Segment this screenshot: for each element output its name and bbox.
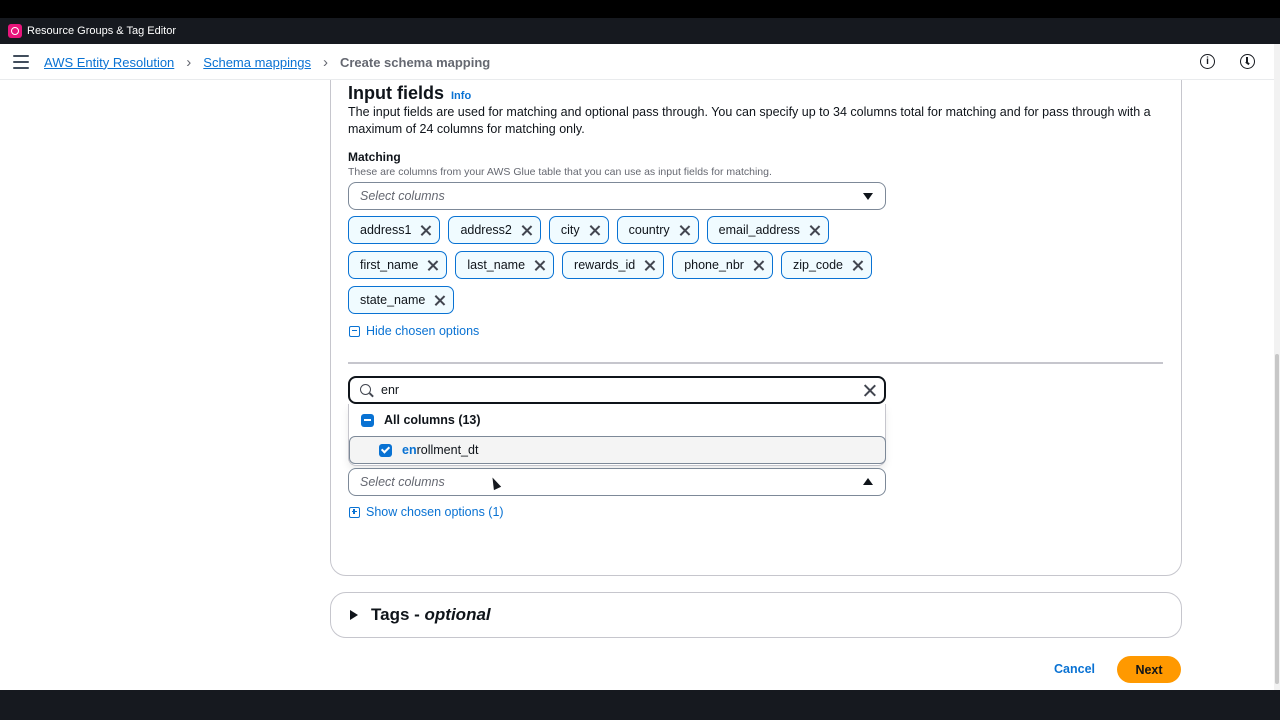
pass-through-columns-select[interactable]: Select columns <box>348 468 886 496</box>
browser-top-bar <box>0 0 1280 18</box>
next-button[interactable]: Next <box>1117 656 1181 683</box>
page-scrollbar[interactable] <box>1274 44 1280 690</box>
resource-groups-icon[interactable] <box>8 24 22 38</box>
token-label: address1 <box>360 223 412 237</box>
search-icon <box>360 384 371 395</box>
show-chosen-options-link[interactable]: Show chosen options (1) <box>349 505 504 519</box>
token-row: first_name last_name rewards_id phone_nbr zi… <box>348 251 908 279</box>
caret-down-icon <box>863 193 873 200</box>
section-description: The input fields are used for matching a… <box>348 105 1151 136</box>
token-label: phone_nbr <box>684 258 744 272</box>
matching-columns-select[interactable]: Select columns <box>348 182 886 210</box>
token-row: state_name <box>348 286 908 314</box>
token-chip: state_name <box>348 286 455 314</box>
cancel-button[interactable]: Cancel <box>1044 656 1105 682</box>
show-chosen-options-label: Show chosen options (1) <box>366 505 504 519</box>
matching-label: Matching <box>348 150 401 164</box>
top-navigation: AWS Entity Resolution › Schema mappings … <box>0 44 1274 80</box>
caret-up-icon <box>863 478 873 485</box>
token-label: first_name <box>360 258 419 272</box>
token-chip: phone_nbr <box>672 251 773 279</box>
chevron-right-icon: › <box>322 53 328 71</box>
token-chip: city <box>548 216 609 244</box>
menu-icon[interactable] <box>13 55 29 69</box>
token-label: rewards_id <box>574 258 636 272</box>
remove-token-icon[interactable] <box>679 225 690 236</box>
search-value: enr <box>381 383 400 397</box>
breadcrumb-aws-entity-resolution[interactable]: AWS Entity Resolution <box>44 55 174 70</box>
main-content: Input fields Info The input fields are u… <box>0 80 1274 690</box>
remove-token-icon[interactable] <box>589 225 600 236</box>
expand-box-icon <box>349 506 360 518</box>
column-options-dropdown: All columns (13) enrollment_dt <box>348 404 886 466</box>
token-chip: last_name <box>455 251 555 279</box>
console-footer <box>0 690 1280 720</box>
info-icon[interactable]: i <box>1200 54 1215 69</box>
select-all-option[interactable]: All columns (13) <box>349 404 885 436</box>
select-placeholder: Select columns <box>360 189 445 203</box>
service-label[interactable]: Resource Groups & Tag Editor <box>27 25 176 37</box>
hide-chosen-options-link[interactable]: Hide chosen options <box>349 324 479 338</box>
token-label: address2 <box>460 223 512 237</box>
option-label: enrollment_dt <box>402 443 478 457</box>
token-chip: zip_code <box>780 251 873 279</box>
all-columns-label: All columns (13) <box>384 413 481 427</box>
token-label: last_name <box>467 258 526 272</box>
info-link[interactable]: Info <box>451 90 471 102</box>
select-placeholder: Select columns <box>360 475 445 489</box>
token-chip: first_name <box>348 251 448 279</box>
option-match-highlight: en <box>402 443 417 457</box>
token-chip: rewards_id <box>562 251 665 279</box>
remove-token-icon[interactable] <box>521 225 532 236</box>
chevron-right-icon: › <box>186 53 192 71</box>
token-label: city <box>560 223 580 237</box>
token-chip: email_address <box>706 216 829 244</box>
token-label: country <box>628 223 670 237</box>
remove-token-icon[interactable] <box>534 260 545 271</box>
remove-token-icon[interactable] <box>809 225 820 236</box>
clear-icon[interactable] <box>863 384 876 397</box>
collapse-box-icon <box>349 325 360 337</box>
tags-optional: optional <box>424 605 491 624</box>
option-enrollment-dt[interactable]: enrollment_dt <box>349 436 886 464</box>
remove-token-icon[interactable] <box>644 260 655 271</box>
tags-heading: Tags - optional <box>371 605 491 625</box>
token-label: zip_code <box>792 258 844 272</box>
remove-token-icon[interactable] <box>427 260 438 271</box>
matching-tokens: address1 address2 city country email_address… <box>348 216 908 321</box>
token-row: address1 address2 city country email_address <box>348 216 908 244</box>
divider <box>348 362 1163 364</box>
matching-hint: These are columns from your AWS Glue tab… <box>348 166 772 178</box>
breadcrumb: AWS Entity Resolution › Schema mappings … <box>44 44 490 80</box>
column-filter-input[interactable]: enr <box>348 376 886 404</box>
token-chip: address2 <box>448 216 541 244</box>
tags-title: Tags - <box>371 605 425 624</box>
token-label: state_name <box>360 293 426 307</box>
remove-token-icon[interactable] <box>753 260 764 271</box>
scrollbar-thumb[interactable] <box>1275 354 1279 684</box>
remove-token-icon[interactable] <box>852 260 863 271</box>
tags-expandable-section[interactable]: Tags - optional <box>330 592 1182 638</box>
token-chip: country <box>616 216 699 244</box>
remove-token-icon[interactable] <box>420 225 431 236</box>
breadcrumb-current-page: Create schema mapping <box>339 54 491 70</box>
history-icon[interactable] <box>1240 54 1255 69</box>
token-label: email_address <box>718 223 800 237</box>
remove-token-icon[interactable] <box>434 295 445 306</box>
service-bar: Resource Groups & Tag Editor <box>0 18 1280 44</box>
option-label-rest: rollment_dt <box>416 443 479 457</box>
breadcrumb-schema-mappings[interactable]: Schema mappings <box>203 55 311 70</box>
section-title: Input fields <box>348 83 444 103</box>
hide-chosen-options-label: Hide chosen options <box>366 324 480 338</box>
caret-right-icon <box>350 610 358 620</box>
indeterminate-checkbox-icon[interactable] <box>361 413 374 427</box>
checked-checkbox-icon[interactable] <box>379 443 392 457</box>
input-fields-heading: Input fields Info <box>348 83 471 104</box>
token-chip: address1 <box>348 216 441 244</box>
